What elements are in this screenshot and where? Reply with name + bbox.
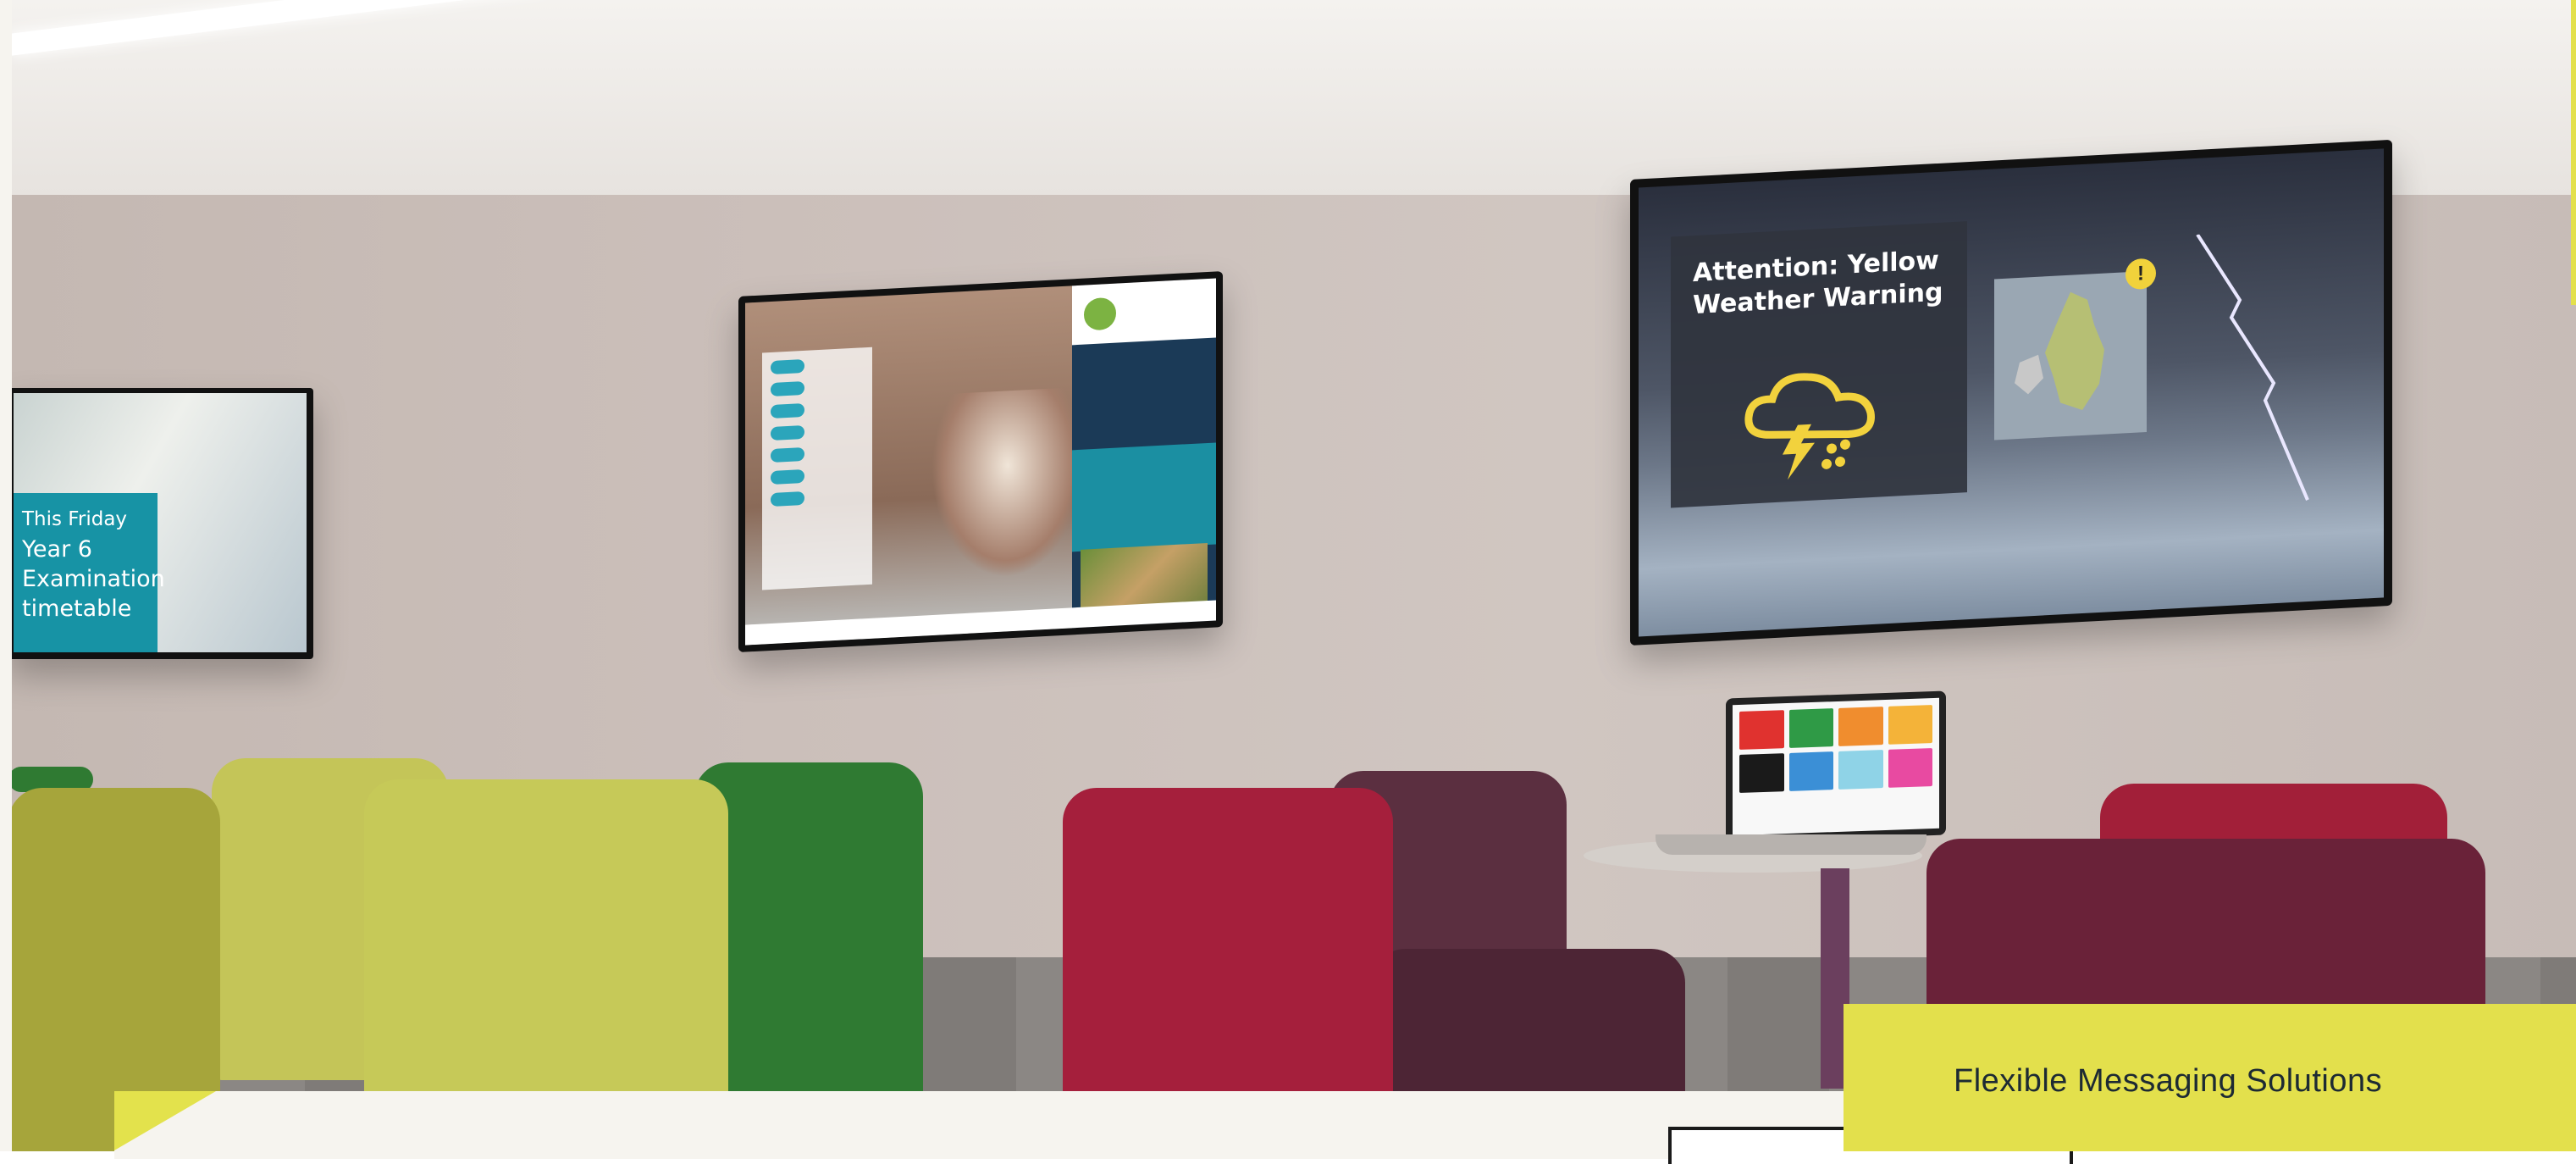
display-screen-middle	[738, 271, 1223, 652]
laptop	[1726, 690, 1946, 843]
lightning-bolt-icon	[2196, 233, 2309, 501]
display-screen-left: This Friday Year 6 Examination timetable	[8, 388, 313, 659]
app-tile	[1838, 750, 1883, 790]
headline-text: Flexible Messaging Solutions	[1954, 1063, 2383, 1099]
event-panel	[1072, 442, 1216, 552]
app-tile	[1888, 705, 1932, 745]
accent-edge	[2571, 0, 2576, 305]
headline-banner: Flexible Messaging Solutions	[1844, 1004, 2576, 1151]
schedule-slot	[771, 491, 804, 507]
app-tile	[1888, 748, 1932, 788]
school-logo	[1072, 278, 1216, 346]
alert-panel: Attention: Yellow Weather Warning	[1671, 221, 1967, 508]
notice-line: Year 6	[22, 536, 92, 563]
weather-warning-screen: Attention: Yellow Weather Warning !	[1639, 148, 2384, 637]
display-screen-right: Attention: Yellow Weather Warning !	[1630, 139, 2392, 646]
schedule-slot	[771, 468, 804, 485]
schedule-slot	[771, 402, 804, 419]
app-tile	[1838, 707, 1883, 746]
page-margin	[0, 0, 12, 1151]
decorative-corner	[114, 1091, 216, 1150]
app-tile	[1739, 710, 1784, 750]
children-photo	[931, 386, 1084, 582]
uk-map	[1994, 271, 2147, 441]
schedule-panel	[762, 346, 872, 590]
schedule-slot	[771, 424, 804, 441]
laptop-screen	[1733, 697, 1939, 836]
notice-line: timetable	[22, 596, 132, 622]
app-tile	[1788, 708, 1833, 748]
laptop-base	[1656, 834, 1926, 855]
storm-cloud-icon	[1744, 373, 1875, 480]
alert-title: Attention: Yellow Weather Warning	[1671, 221, 1967, 323]
exam-notice-panel: This Friday Year 6 Examination timetable	[14, 493, 165, 652]
notice-line: Examination	[22, 566, 165, 592]
schedule-slot	[771, 380, 804, 397]
app-tile	[1739, 753, 1784, 793]
signage-sidebar	[1072, 278, 1216, 629]
content-card	[114, 1091, 1876, 1159]
tree-logo-icon	[1084, 297, 1116, 331]
app-tile	[1788, 751, 1833, 791]
schedule-slot	[771, 446, 804, 463]
room-photo: This Friday Year 6 Examination timetable	[0, 0, 2576, 1151]
notice-line: This Friday	[22, 508, 128, 530]
school-signage	[745, 278, 1216, 646]
warning-icon: !	[2125, 258, 2156, 291]
classroom-photo: This Friday Year 6 Examination timetable	[14, 393, 307, 652]
schedule-slot	[771, 358, 804, 375]
chair	[694, 762, 923, 1101]
